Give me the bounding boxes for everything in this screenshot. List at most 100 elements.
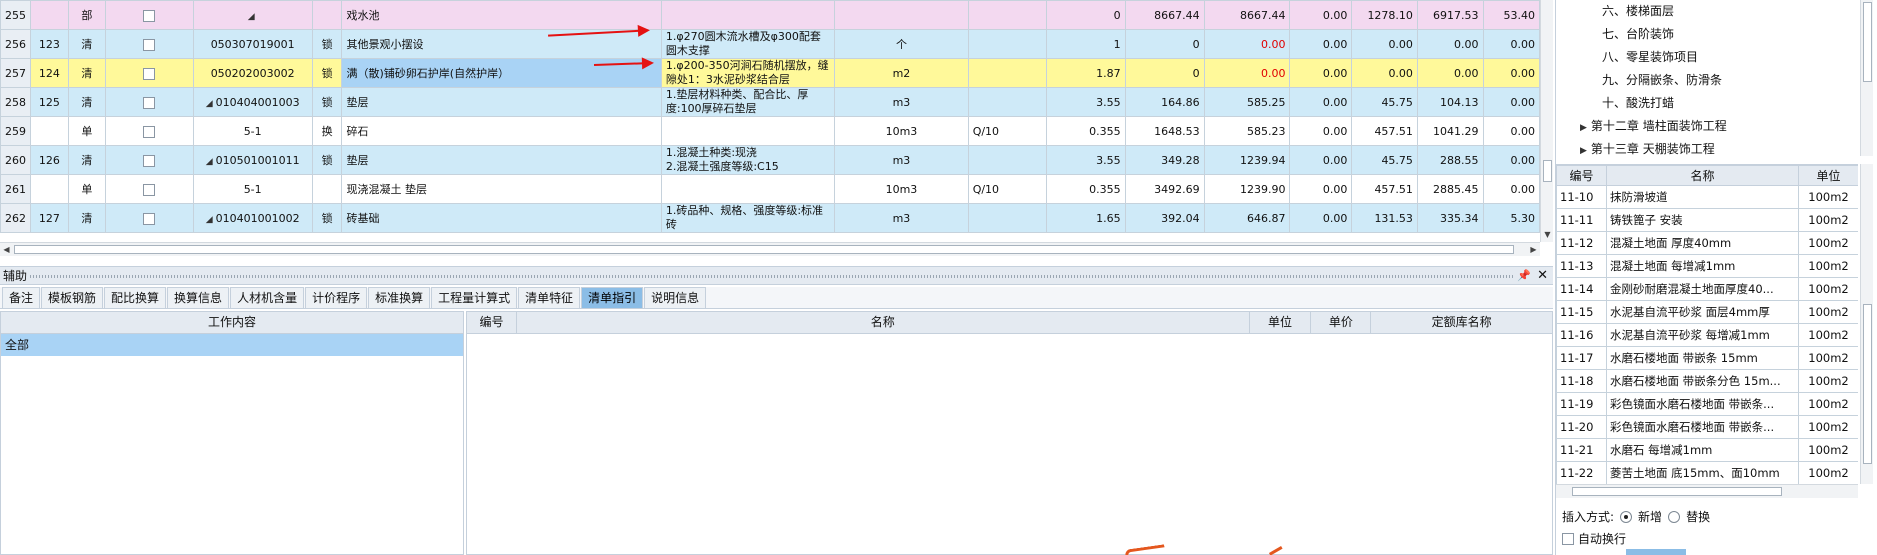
lib-code[interactable]: 11-20 (1556, 415, 1607, 439)
lib-vertical-scrollbar[interactable] (1860, 164, 1873, 484)
item-price[interactable]: 349.28 (1124, 145, 1205, 175)
item-kind[interactable]: 单 (67, 174, 107, 204)
item-price[interactable]: 0 (1124, 58, 1205, 88)
cost-a[interactable]: 0.00 (1289, 203, 1353, 233)
item-name[interactable]: 戏水池 (341, 0, 662, 30)
lib-name[interactable]: 水泥基自流平砂浆 面层4mm厚 (1606, 300, 1799, 324)
lib-col-code[interactable]: 编号 (1556, 165, 1607, 186)
tab-1[interactable]: 模板钢筋 (41, 287, 104, 308)
item-kind[interactable]: 清 (67, 58, 107, 88)
guide-col-price[interactable]: 单价 (1311, 312, 1372, 333)
tab-8[interactable]: 清单特征 (518, 287, 581, 308)
cost-b[interactable]: 0.00 (1351, 29, 1418, 59)
item-qty[interactable]: 0.355 (1046, 116, 1126, 146)
lib-row[interactable]: 11-11 铸铁篦子 安装 100m2 (1556, 208, 1858, 232)
cost-d[interactable]: 53.40 (1482, 0, 1540, 30)
lib-row[interactable]: 11-19 彩色镜面水磨石楼地面 带嵌条... 100m2 (1556, 392, 1858, 416)
scroll-down-icon[interactable]: ▼ (1541, 228, 1554, 241)
lib-code[interactable]: 11-16 (1556, 323, 1607, 347)
scroll-thumb[interactable] (1863, 2, 1872, 82)
item-no[interactable] (30, 116, 69, 146)
lib-unit[interactable]: 100m2 (1798, 277, 1858, 301)
lock-flag[interactable]: 换 (311, 116, 343, 146)
item-feature[interactable] (660, 0, 836, 30)
item-total[interactable]: 1239.90 (1203, 174, 1291, 204)
item-price[interactable]: 0 (1124, 29, 1205, 59)
item-no[interactable] (30, 0, 69, 30)
lib-name[interactable]: 彩色镜面水磨石楼地面 带嵌条... (1606, 415, 1799, 439)
item-kind[interactable]: 清 (67, 203, 107, 233)
lib-row[interactable]: 11-20 彩色镜面水磨石楼地面 带嵌条... 100m2 (1556, 415, 1858, 439)
item-unit[interactable]: m3 (834, 145, 969, 175)
lib-unit[interactable]: 100m2 (1798, 185, 1858, 209)
lib-unit[interactable]: 100m2 (1798, 231, 1858, 255)
item-qty[interactable]: 1.87 (1046, 58, 1126, 88)
item-total[interactable]: 646.87 (1203, 203, 1291, 233)
tab-10[interactable]: 说明信息 (644, 287, 707, 308)
cost-a[interactable]: 0.00 (1289, 116, 1353, 146)
row-checkbox[interactable] (143, 96, 156, 109)
table-row[interactable]: 256 123 清 050307019001 锁其他景观小摆设 1.φ270圆木流水槽及φ… (0, 29, 1540, 59)
select-checkbox[interactable] (105, 203, 194, 233)
scroll-left-icon[interactable]: ◀ (0, 243, 13, 256)
item-name[interactable]: 现浇混凝土 垫层 (341, 174, 662, 204)
row-number[interactable]: 256 (0, 29, 31, 59)
cost-c[interactable]: 2885.45 (1416, 174, 1484, 204)
row-number[interactable]: 257 (0, 58, 31, 88)
lib-row[interactable]: 11-21 水磨石 每增减1mm 100m2 (1556, 438, 1858, 462)
lib-name[interactable]: 抹防滑坡道 (1606, 185, 1799, 209)
lock-flag[interactable]: 锁 (311, 58, 343, 88)
item-unit[interactable]: m3 (834, 87, 969, 117)
item-no[interactable]: 125 (30, 87, 69, 117)
lib-unit[interactable]: 100m2 (1798, 461, 1858, 484)
qty-expression[interactable] (967, 87, 1048, 117)
item-no[interactable] (30, 174, 69, 204)
item-total[interactable]: 585.23 (1203, 116, 1291, 146)
work-content-item-all[interactable]: 全部 (1, 334, 463, 356)
insert-mode-new-label[interactable]: 新增 (1638, 508, 1662, 525)
lib-name[interactable]: 水泥基自流平砂浆 每增减1mm (1606, 323, 1799, 347)
cost-a[interactable]: 0.00 (1289, 0, 1353, 30)
qty-expression[interactable]: Q/10 (967, 174, 1048, 204)
item-qty[interactable]: 1.65 (1046, 203, 1126, 233)
tree-item[interactable]: 八、零星装饰项目 (1556, 46, 1856, 69)
lib-unit[interactable]: 100m2 (1798, 300, 1858, 324)
chapter-tree[interactable]: 六、楼梯面层 七、台阶装饰 八、零星装饰项目 九、分隔嵌条、防滑条 十、酸洗打蜡 ▶ 第十二… (1556, 0, 1856, 158)
lib-unit[interactable]: 100m2 (1798, 415, 1858, 439)
lib-code[interactable]: 11-22 (1556, 461, 1607, 484)
lib-name[interactable]: 水磨石楼地面 带嵌条 15mm (1606, 346, 1799, 370)
item-price[interactable]: 1648.53 (1124, 116, 1205, 146)
row-number[interactable]: 260 (0, 145, 31, 175)
table-row[interactable]: 258 125 清 ◢ 010404001003 锁垫层 1.垫层材料种类、配合比、厚度:1… (0, 87, 1540, 117)
guide-col-code[interactable]: 编号 (467, 312, 517, 333)
cost-d[interactable]: 0.00 (1482, 87, 1540, 117)
cost-c[interactable]: 0.00 (1416, 29, 1484, 59)
item-name[interactable]: 其他景观小摆设 (341, 29, 662, 59)
lib-col-unit[interactable]: 单位 (1798, 165, 1858, 186)
lib-name[interactable]: 水磨石楼地面 带嵌条分色 15m... (1606, 369, 1799, 393)
lib-row[interactable]: 11-10 抹防滑坡道 100m2 (1556, 185, 1858, 209)
table-row[interactable]: 255 部 ◢ 戏水池 0 8667.44 8667.44 0.00 1278.10 6917.5… (0, 0, 1540, 30)
cost-d[interactable]: 0.00 (1482, 58, 1540, 88)
item-total[interactable]: 585.25 (1203, 87, 1291, 117)
lib-col-name[interactable]: 名称 (1606, 165, 1799, 186)
item-no[interactable]: 124 (30, 58, 69, 88)
lock-flag[interactable] (311, 0, 343, 30)
item-code[interactable]: 5-1 (192, 116, 313, 146)
lib-row[interactable]: 11-15 水泥基自流平砂浆 面层4mm厚 100m2 (1556, 300, 1858, 324)
scroll-right-icon[interactable]: ▶ (1527, 243, 1540, 256)
scroll-thumb[interactable] (1863, 304, 1872, 464)
item-price[interactable]: 3492.69 (1124, 174, 1205, 204)
lib-code[interactable]: 11-13 (1556, 254, 1607, 278)
insert-mode-replace-label[interactable]: 替换 (1686, 508, 1710, 525)
tab-2[interactable]: 配比换算 (104, 287, 167, 308)
auto-wrap-label[interactable]: 自动换行 (1578, 530, 1626, 547)
cost-c[interactable]: 104.13 (1416, 87, 1484, 117)
cost-c[interactable]: 288.55 (1416, 145, 1484, 175)
item-total[interactable]: 0.00 (1203, 29, 1291, 59)
cost-b[interactable]: 45.75 (1351, 87, 1418, 117)
cost-a[interactable]: 0.00 (1289, 145, 1353, 175)
item-feature[interactable]: 1.φ270圆木流水槽及φ300配套圆木支撑 (660, 29, 836, 59)
qty-expression[interactable] (967, 203, 1048, 233)
item-kind[interactable]: 清 (67, 87, 107, 117)
